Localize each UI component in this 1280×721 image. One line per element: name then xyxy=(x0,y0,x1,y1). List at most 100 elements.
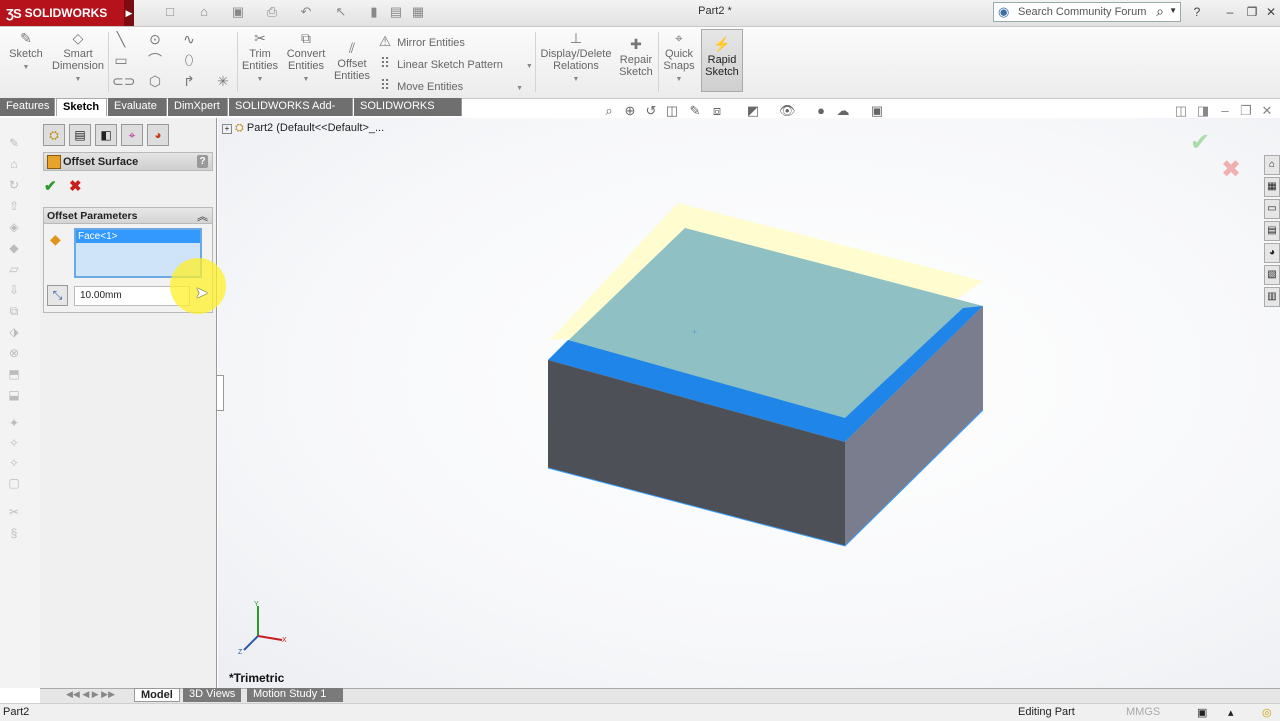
sketch-tool-icon[interactable]: ⬓ xyxy=(6,388,22,402)
previous-view-icon[interactable]: ↺ xyxy=(643,103,659,119)
sketch-tool-icon[interactable]: ✎ xyxy=(6,136,22,150)
rebuild-icon[interactable]: ▮ xyxy=(366,4,382,20)
sketch-tool-icon[interactable]: ▱ xyxy=(6,262,22,276)
scene-icon[interactable]: ☁ xyxy=(835,103,851,119)
spline-icon[interactable]: ∿ xyxy=(180,30,198,48)
save-icon[interactable]: ▣ xyxy=(230,4,246,20)
hide-show-icon[interactable]: 👁 xyxy=(779,103,796,119)
tab-mbd[interactable]: SOLIDWORKS MBD xyxy=(354,98,462,129)
confirm-cancel-icon[interactable]: ✖ xyxy=(1221,155,1241,184)
tab-scroll-icons[interactable]: ◀◀ ◀ ▶ ▶▶ xyxy=(66,689,115,700)
help-icon[interactable]: ? xyxy=(1188,4,1206,20)
select-icon[interactable]: ↖ xyxy=(333,4,349,20)
zoom-to-fit-icon[interactable]: ⌕ xyxy=(601,103,617,119)
tab-dimxpert[interactable]: DimXpert xyxy=(168,98,228,116)
ok-button[interactable]: ✔ xyxy=(44,177,57,195)
sketch-tool-icon[interactable]: ⬒ xyxy=(6,367,22,381)
sketch-tool-icon[interactable]: ✦ xyxy=(6,416,22,430)
feature-manager-icon[interactable]: ⛭ xyxy=(43,124,65,146)
model-canvas[interactable]: + xyxy=(218,118,1280,688)
file-explorer-icon[interactable]: ▤ xyxy=(1264,221,1280,241)
minimize-button[interactable]: – xyxy=(1221,4,1239,20)
move-entities-button[interactable]: ⠿ Move Entities ▼ xyxy=(376,76,523,94)
viewport-close-icon[interactable]: ✕ xyxy=(1259,103,1275,119)
trim-entities-button[interactable]: ✂ Trim Entities ▼ xyxy=(240,30,280,86)
arc-icon[interactable]: ⌒ xyxy=(146,51,164,69)
display-manager-icon[interactable]: ◕ xyxy=(147,124,169,146)
close-button[interactable]: ✕ xyxy=(1262,4,1280,20)
sketch-tool-icon[interactable]: ✧ xyxy=(6,436,22,450)
viewport-restore-icon[interactable]: ❐ xyxy=(1238,103,1254,119)
circle-icon[interactable]: ⊙ xyxy=(146,30,164,48)
search-input[interactable]: Search Community Forum xyxy=(1018,6,1146,18)
zoom-area-icon[interactable]: ⊕ xyxy=(622,103,638,119)
tab-features[interactable]: Features xyxy=(0,98,55,116)
library-icon[interactable]: ▥ xyxy=(1264,287,1280,307)
undo-icon[interactable]: ↶ xyxy=(298,4,314,20)
sketch-tool-icon[interactable]: ▢ xyxy=(6,476,22,490)
confirm-ok-icon[interactable]: ✔ xyxy=(1190,128,1210,157)
dynamic-annotation-icon[interactable]: ✎ xyxy=(687,103,703,119)
folder-icon[interactable]: ▭ xyxy=(1264,199,1280,219)
solidworks-logo[interactable]: ƷS SOLIDWORKS xyxy=(0,0,124,26)
custom-properties-icon[interactable]: ▧ xyxy=(1264,265,1280,285)
collapse-icon[interactable]: ︽ xyxy=(197,208,208,224)
sketch-tool-icon[interactable]: ◆ xyxy=(6,241,22,255)
view-settings-icon[interactable]: ▣ xyxy=(869,103,885,119)
sketch-tool-icon[interactable]: ◈ xyxy=(6,220,22,234)
split-view-icon[interactable]: ◫ xyxy=(1173,103,1189,119)
new-document-icon[interactable]: □ xyxy=(162,4,178,20)
tab-addins[interactable]: SOLIDWORKS Add-Ins xyxy=(229,98,353,129)
property-manager-icon[interactable]: ▤ xyxy=(69,124,91,146)
selected-face-item[interactable]: Face<1> xyxy=(76,230,200,243)
cancel-button[interactable]: ✖ xyxy=(69,177,82,195)
restore-button[interactable]: ❐ xyxy=(1243,4,1261,20)
sketch-tool-icon[interactable]: ⊗ xyxy=(6,346,22,360)
sketch-tool-icon[interactable]: ⌂ xyxy=(6,157,22,171)
appearance-icon[interactable]: ● xyxy=(813,103,829,119)
tab-sketch[interactable]: Sketch xyxy=(56,98,107,116)
viewport-minimize-icon[interactable]: – xyxy=(1217,103,1233,119)
help-icon[interactable]: ? xyxy=(197,155,208,168)
reverse-direction-icon[interactable]: ⤡ xyxy=(47,285,68,306)
offset-parameters-header[interactable]: Offset Parameters ︽ xyxy=(43,207,213,224)
display-style-icon[interactable]: ◩ xyxy=(745,103,761,119)
display-delete-relations-button[interactable]: ⊥ Display/Delete Relations ▼ xyxy=(538,30,614,86)
slot-icon[interactable]: ⊂⊃ xyxy=(112,72,135,90)
expand-icon[interactable]: + xyxy=(222,124,232,134)
tile-view-icon[interactable]: ◨ xyxy=(1195,103,1211,119)
sketch-tool-icon[interactable]: ⬗ xyxy=(6,325,22,339)
resources-icon[interactable]: ▦ xyxy=(1264,177,1280,197)
options-icon[interactable]: ▦ xyxy=(410,4,426,20)
point-icon[interactable]: ✳ xyxy=(214,72,232,90)
appearances-icon[interactable]: ◕ xyxy=(1264,243,1280,263)
convert-entities-button[interactable]: ⧉ Convert Entities ▼ xyxy=(284,30,328,86)
chevron-down-icon[interactable]: ▼ xyxy=(1169,6,1177,15)
search-box[interactable]: ◉ Search Community Forum ⌕ ▼ xyxy=(993,2,1181,22)
sketch-tool-icon[interactable]: ✂ xyxy=(6,505,22,519)
tab-evaluate[interactable]: Evaluate xyxy=(108,98,167,116)
rectangle-icon[interactable]: ▭ xyxy=(112,51,130,69)
repair-sketch-button[interactable]: ✚ Repair Sketch xyxy=(616,36,656,78)
home-icon[interactable]: ⌂ xyxy=(1264,155,1280,175)
tab-3d-views[interactable]: 3D Views xyxy=(183,688,242,702)
rebuild-status-icon[interactable]: ▣ xyxy=(1197,706,1207,719)
search-icon[interactable]: ⌕ xyxy=(1156,3,1164,20)
configuration-manager-icon[interactable]: ◧ xyxy=(95,124,117,146)
mirror-entities-button[interactable]: ⚠ Mirror Entities xyxy=(376,32,465,50)
open-document-icon[interactable]: ⌂ xyxy=(196,4,212,20)
feature-tree-root[interactable]: + ⛭ Part2 (Default<<Default>_... xyxy=(222,122,384,135)
notification-icon[interactable]: ◎ xyxy=(1262,706,1272,719)
sketch-button[interactable]: ✎ Sketch ▼ xyxy=(6,30,46,74)
sketch-tool-icon[interactable]: ⇧ xyxy=(6,199,22,213)
sketch-tool-icon[interactable]: ⧉ xyxy=(6,304,22,318)
menu-expand-icon[interactable]: ▶ xyxy=(124,0,134,26)
sketch-tool-icon[interactable]: ✧ xyxy=(6,456,22,470)
section-view-icon[interactable]: ◫ xyxy=(664,103,680,119)
quick-snaps-button[interactable]: ⌖ Quick Snaps ▼ xyxy=(660,30,698,86)
status-options-icon[interactable]: ▴ xyxy=(1228,706,1234,719)
view-orientation-icon[interactable]: ⧈ xyxy=(709,103,725,119)
sketch-tool-icon[interactable]: § xyxy=(6,526,22,540)
fillet-icon[interactable]: ↱ xyxy=(180,72,198,90)
tab-model[interactable]: Model xyxy=(134,688,180,702)
